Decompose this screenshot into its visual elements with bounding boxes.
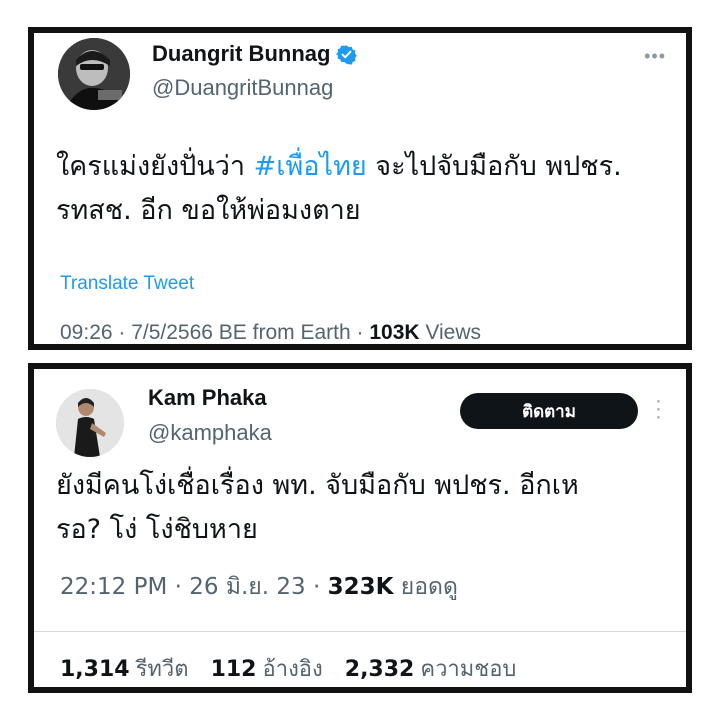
avatar-image [56, 389, 124, 457]
verified-badge-icon [336, 44, 358, 65]
likes-count: 2,332 [344, 657, 415, 682]
divider [34, 631, 686, 632]
author-name-row: Kam Phaka [148, 385, 267, 411]
quotes-stat[interactable]: 112 อ้างอิง [211, 651, 323, 686]
avatar[interactable] [56, 389, 124, 457]
views-label: Views [419, 321, 482, 344]
user-handle[interactable]: @DuangritBunnag [152, 75, 333, 101]
tweet-card-duangrit: Duangrit Bunnag @DuangritBunnag ••• ใครแ… [28, 27, 692, 350]
tweet-metadata: 22:12 PM · 26 มิ.ย. 23 · 323K ยอดดู [60, 569, 458, 605]
more-vertical-icon[interactable]: · · · [654, 391, 664, 427]
likes-stat[interactable]: 2,332 ความชอบ [345, 651, 517, 686]
hashtag-link[interactable]: #เพื่อไทย [254, 151, 367, 182]
timestamp[interactable]: 09:26 · 7/5/2566 BE from Earth · [60, 321, 369, 344]
tweet-text: ใครแม่งยังปั่นว่า #เพื่อไทย จะไปจับมือกั… [56, 145, 622, 233]
text-segment: ใครแม่งยังปั่นว่า [56, 151, 254, 182]
display-name[interactable]: Duangrit Bunnag [152, 41, 330, 67]
retweets-stat[interactable]: 1,314 รีทวีต [60, 651, 189, 686]
tweet-metadata: 09:26 · 7/5/2566 BE from Earth · 103K Vi… [60, 321, 482, 344]
engagement-stats: 1,314 รีทวีต 112 อ้างอิง 2,332 ความชอบ [60, 651, 516, 686]
quotes-count: 112 [210, 657, 257, 682]
timestamp[interactable]: 22:12 PM · 26 มิ.ย. 23 · [60, 574, 328, 600]
retweets-count: 1,314 [60, 657, 130, 682]
tweet-card-kamphaka: Kam Phaka @kamphaka ติดตาม · · · ยังมีคนโง… [28, 363, 692, 693]
user-handle[interactable]: @kamphaka [148, 420, 272, 446]
translate-tweet-link[interactable]: Translate Tweet [60, 273, 194, 295]
tweet-text-line-1: ยังมีคนโง่เชื่อเรื่อง พท. จับมือกับ พปชร… [56, 470, 579, 501]
tweet-text: ยังมีคนโง่เชื่อเรื่อง พท. จับมือกับ พปชร… [56, 464, 579, 552]
tweet-text-line-1: ใครแม่งยังปั่นว่า #เพื่อไทย จะไปจับมือกั… [56, 145, 622, 189]
quotes-label: อ้างอิง [262, 657, 323, 682]
avatar-image [58, 38, 130, 110]
views-count: 103K [369, 321, 420, 344]
more-horizontal-icon[interactable]: ••• [644, 47, 666, 65]
tweet-text-line-2: รอ? โง่ โง่ชิบหาย [56, 514, 258, 545]
likes-label: ความชอบ [420, 657, 517, 682]
author-name-row: Duangrit Bunnag [152, 41, 358, 67]
avatar[interactable] [58, 38, 130, 110]
follow-button[interactable]: ติดตาม [460, 393, 638, 429]
text-segment: จะไปจับมือกับ พปชร. [366, 151, 622, 182]
retweets-label: รีทวีต [135, 657, 189, 682]
views-label: ยอดดู [393, 574, 458, 600]
views-count: 323K [327, 574, 394, 600]
tweet-text-line-2: รทสช. อีก ขอให้พ่อมงตาย [56, 195, 361, 226]
display-name[interactable]: Kam Phaka [148, 385, 267, 411]
